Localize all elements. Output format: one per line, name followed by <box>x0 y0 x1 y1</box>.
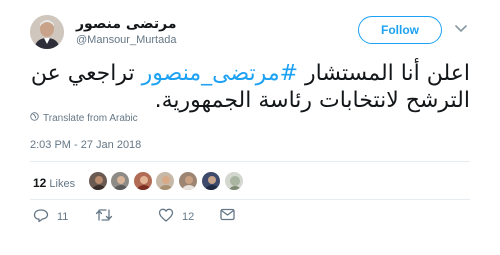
liker-avatar[interactable] <box>201 171 221 191</box>
divider <box>30 199 470 200</box>
retweet-button[interactable] <box>95 208 121 225</box>
globe-icon <box>30 112 39 124</box>
tweet-text-before: اعلن أنا المستشار <box>298 61 470 86</box>
like-button[interactable]: 12 <box>158 208 194 225</box>
like-count: 12 <box>182 210 195 223</box>
likes-count[interactable]: 12 Likes <box>33 176 75 190</box>
likes-label: Likes <box>49 178 76 190</box>
direct-message-button[interactable] <box>220 208 235 224</box>
divider <box>30 161 470 162</box>
liker-avatar[interactable] <box>133 171 153 191</box>
translate-link[interactable]: Translate from Arabic <box>30 112 138 124</box>
liker-avatar[interactable] <box>155 171 175 191</box>
caret-down-icon[interactable] <box>453 21 469 37</box>
reply-button[interactable]: 11 <box>33 208 68 226</box>
tweet-timestamp[interactable]: 2:03 PM - 27 Jan 2018 <box>30 139 141 151</box>
direct-message-icon <box>220 208 235 224</box>
likes-number: 12 <box>33 176 47 190</box>
heart-icon <box>158 208 174 225</box>
tweet-text: اعلن أنا المستشار #مرتضى_منصور تراجعي عن… <box>30 60 470 114</box>
liker-avatar[interactable] <box>178 171 198 191</box>
author-avatar[interactable] <box>30 15 64 49</box>
liker-avatar[interactable] <box>110 171 130 191</box>
translate-label: Translate from Arabic <box>43 112 138 124</box>
liker-avatar[interactable] <box>88 171 108 191</box>
hashtag-link[interactable]: #مرتضى_منصور <box>142 61 298 86</box>
author-handle[interactable]: @Mansour_Murtada <box>76 34 176 46</box>
author-name[interactable]: مرتضى منصور <box>76 16 176 32</box>
retweet-icon <box>95 208 113 225</box>
reply-icon <box>33 208 49 226</box>
liker-avatar[interactable] <box>224 171 244 191</box>
follow-button[interactable]: Follow <box>358 16 442 44</box>
reply-count: 11 <box>57 211 69 223</box>
